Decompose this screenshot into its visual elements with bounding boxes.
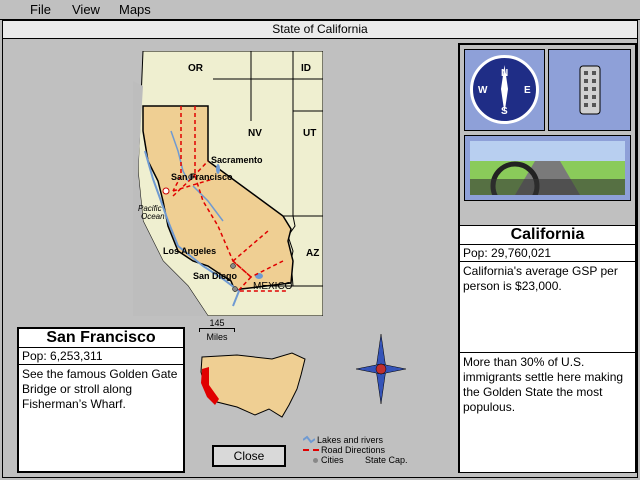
label-ut: UT [303, 128, 316, 139]
compass-rose [355, 333, 407, 405]
label-or: OR [188, 63, 204, 74]
label-los-angeles: Los Angeles [163, 246, 216, 256]
state-fact-2: More than 30% of U.S. immigrants settle … [463, 355, 624, 414]
svg-text:N: N [501, 68, 508, 79]
city-panel: San Francisco Pop: 6,253,311 See the fam… [17, 327, 185, 473]
legend-capital: State Cap. [365, 455, 408, 465]
menu-maps[interactable]: Maps [119, 2, 151, 17]
city-name: San Francisco [19, 329, 183, 348]
drive-button[interactable] [464, 135, 631, 201]
compass-icon: N S E W [470, 55, 539, 124]
road-icon [303, 449, 319, 451]
lakes-icon [303, 435, 315, 444]
label-ocean: Ocean [141, 212, 165, 221]
menu-view[interactable]: View [72, 2, 100, 17]
state-window: State of California OR ID NV UT AZ Sacra… [2, 20, 638, 478]
label-nv: NV [248, 128, 262, 139]
legend-lakes: Lakes and rivers [317, 435, 384, 445]
state-population: Pop: 29,760,021 [460, 245, 635, 262]
menu-bar: File View Maps [0, 0, 640, 20]
state-fact-1: California's average GSP per person is $… [460, 262, 635, 353]
svg-text:W: W [478, 85, 488, 96]
legend-cities: Cities [321, 455, 344, 465]
us-mini-map [200, 352, 306, 418]
label-san-francisco: San Francisco [171, 172, 233, 182]
label-id: ID [301, 63, 311, 74]
calculator-button[interactable] [548, 49, 631, 131]
scale-bar: 145 Miles [199, 318, 235, 342]
label-san-diego: San Diego [193, 271, 238, 281]
state-name: California [460, 226, 635, 245]
window-title: State of California [3, 21, 637, 39]
city-population: Pop: 6,253,311 [19, 348, 183, 365]
compass-button[interactable]: N S E W [464, 49, 545, 131]
label-mexico: MEXICO [253, 281, 293, 292]
state-panel: N S E W California Pop: 29,760,021 Calif… [458, 43, 637, 473]
steering-wheel-icon [470, 141, 625, 195]
svg-text:S: S [501, 106, 508, 117]
label-sacramento: Sacramento [211, 155, 263, 165]
close-button[interactable]: Close [212, 445, 286, 467]
city-icon [313, 458, 318, 463]
scale-unit: Miles [206, 332, 228, 342]
scale-value: 145 [209, 318, 225, 328]
label-az: AZ [306, 248, 319, 259]
california-map: OR ID NV UT AZ Sacramento San Francisco … [133, 51, 323, 316]
legend-roads: Road Directions [321, 445, 386, 455]
calculator-icon [579, 65, 601, 115]
menu-file[interactable]: File [30, 2, 51, 17]
city-description: See the famous Golden Gate Bridge or str… [22, 367, 178, 411]
svg-text:E: E [524, 85, 531, 96]
